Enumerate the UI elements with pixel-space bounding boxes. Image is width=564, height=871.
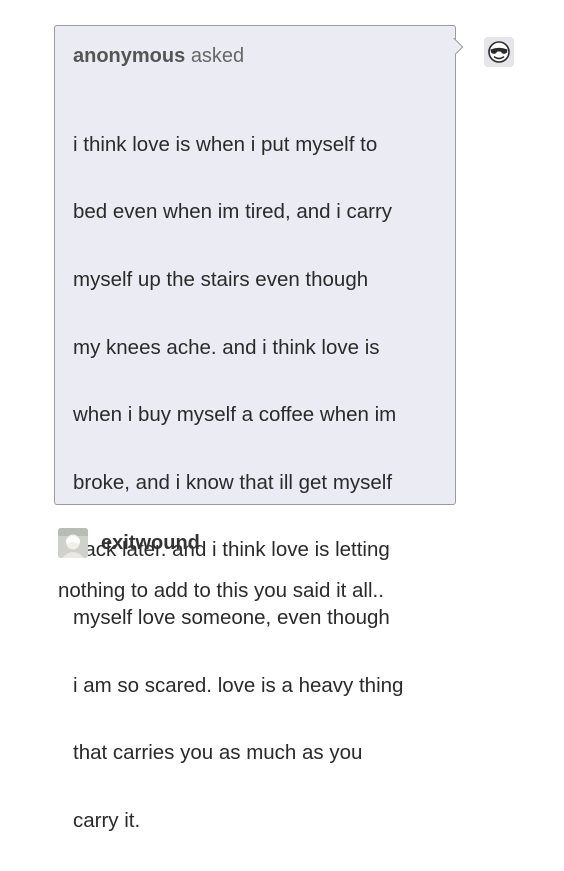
ask-line: bed even when im tired, and i carry <box>73 200 393 224</box>
ask-line: i think love is when i put myself to <box>73 132 378 156</box>
ask-box: anonymous asked i think love is when i p… <box>54 25 456 832</box>
user-avatar-icon[interactable] <box>58 528 88 558</box>
reply-username[interactable]: exitwound <box>101 532 200 555</box>
asker-line: anonymous asked <box>73 42 437 70</box>
ask-line: my knees ache. and i think love is <box>73 335 380 359</box>
ask-line: when i buy myself a coffee when im <box>73 403 397 427</box>
ask-line: broke, and i know that ill get myself <box>73 470 393 494</box>
ask-pointer <box>452 38 464 54</box>
reply-text: nothing to add to this you said it all.. <box>58 579 384 602</box>
asker-name[interactable]: anonymous <box>73 45 185 67</box>
ask-line: that carries you as much as you <box>73 741 363 765</box>
ask-line: carry it. <box>73 808 141 832</box>
ask-line: myself up the stairs even though <box>73 267 369 291</box>
ask-line: i am so scared. love is a heavy thing <box>73 673 404 697</box>
reply-header: exitwound <box>58 528 200 558</box>
ask-line: myself love someone, even though <box>73 605 390 629</box>
ask-question-text: i think love is when i put myself to bed… <box>73 94 437 871</box>
sunglasses-face-avatar-icon[interactable] <box>484 37 514 67</box>
asker-verb: asked <box>190 45 245 67</box>
